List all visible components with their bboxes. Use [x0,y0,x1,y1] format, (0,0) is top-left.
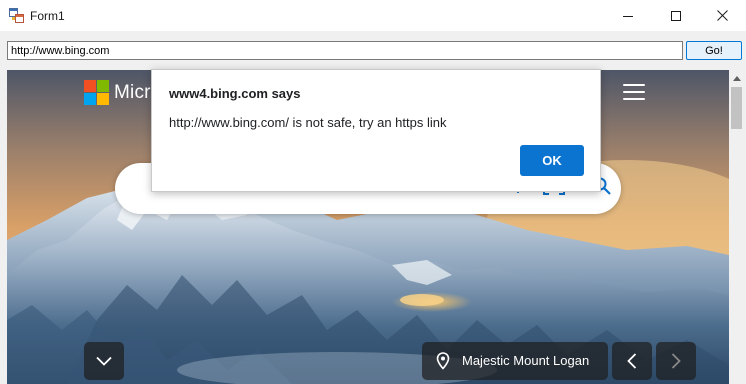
minimize-button[interactable] [605,0,651,31]
dialog-message: http://www.bing.com/ is not safe, try an… [169,115,447,130]
hamburger-menu-icon[interactable] [623,83,645,101]
maximize-button[interactable] [653,0,699,31]
url-input[interactable] [7,41,683,60]
title-bar: Form1 [0,0,746,31]
maximize-icon [671,10,681,21]
microsoft-logo[interactable] [84,80,109,105]
next-image-button[interactable] [656,342,696,380]
brand-name-partial: Micr [114,82,151,103]
scrollbar-thumb[interactable] [731,87,742,129]
vertical-scrollbar[interactable] [729,70,744,384]
dialog-title: www4.bing.com says [169,86,301,101]
alert-dialog: www4.bing.com says http://www.bing.com/ … [151,69,601,192]
chevron-down-icon [96,356,112,366]
close-icon [716,10,728,21]
previous-image-button[interactable] [612,342,652,380]
image-location-button[interactable]: Majestic Mount Logan [422,342,608,380]
close-button[interactable] [699,0,745,31]
winforms-app-icon [9,8,24,23]
chevron-right-icon [671,353,681,369]
scroll-up-arrow-icon [732,75,741,81]
minimize-icon [623,15,633,17]
image-location-label: Majestic Mount Logan [462,353,590,368]
go-button[interactable]: Go! [686,41,742,60]
ok-button[interactable]: OK [520,145,584,176]
scroll-up-button[interactable] [729,70,744,86]
chevron-left-icon [627,353,637,369]
window-title: Form1 [30,9,65,23]
location-pin-icon [436,352,450,370]
application-window: Form1 Go! [0,0,746,384]
scroll-down-button[interactable] [84,342,124,380]
